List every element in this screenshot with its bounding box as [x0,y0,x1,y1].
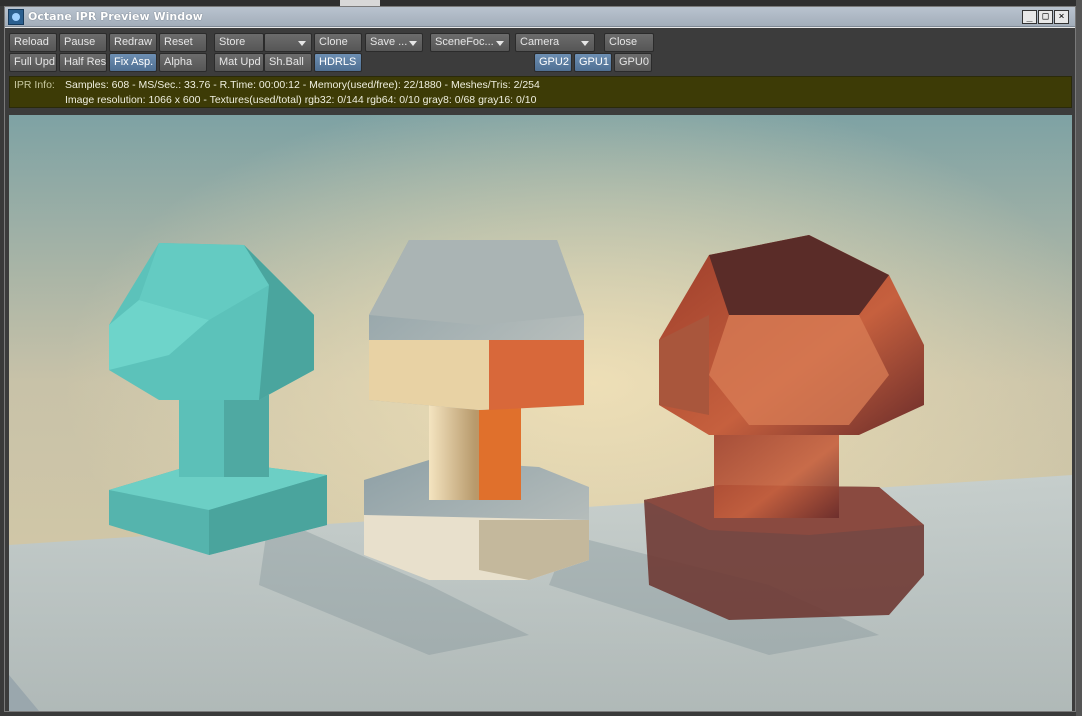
reload-label: Reload [14,36,49,48]
store-button[interactable]: Store [214,33,264,52]
mat-update-label: Mat Upd [219,56,261,68]
chevron-down-icon [496,41,504,46]
hdrls-label: HDRLS [319,56,357,68]
chevron-down-icon [409,41,417,46]
half-res-label: Half Res [64,56,107,68]
camera-dropdown[interactable]: Camera [515,33,595,52]
reset-button[interactable]: Reset [159,33,207,52]
chevron-down-icon [581,41,589,46]
full-update-label: Full Upd. [14,56,57,68]
sh-ball-label: Sh.Ball [269,56,304,68]
fix-aspect-label: Fix Asp. [114,56,154,68]
render-image [9,115,1072,711]
gpu0-label: GPU0 [619,56,649,68]
chevron-down-icon [298,41,306,46]
reset-label: Reset [164,36,193,48]
window-title: Octane IPR Preview Window [28,10,203,23]
scenefocus-label: SceneFoc... [435,36,494,48]
reload-button[interactable]: Reload [9,33,57,52]
gpu0-toggle[interactable]: GPU0 [614,53,652,72]
camera-label: Camera [520,36,560,48]
desktop-edge [1076,0,1082,716]
ipr-info-line1: Samples: 608 - MS/Sec.: 33.76 - R.Time: … [65,79,540,91]
sh-ball-button[interactable]: Sh.Ball [264,53,312,72]
gpu1-toggle[interactable]: GPU1 [574,53,612,72]
save-label: Save ... [370,36,408,48]
render-viewport[interactable] [9,115,1072,711]
redraw-label: Redraw [114,36,152,48]
scenefocus-dropdown[interactable]: SceneFoc... [430,33,510,52]
window-controls: _ □ × [1022,10,1069,24]
close-button[interactable]: Close [604,33,654,52]
pause-label: Pause [64,36,96,48]
app-icon [8,9,24,25]
half-res-button[interactable]: Half Res [59,53,107,72]
ipr-info-label: IPR Info: [14,79,55,91]
hdrls-button[interactable]: HDRLS [314,53,362,72]
save-dropdown[interactable]: Save ... [365,33,423,52]
gpu1-label: GPU1 [579,56,609,68]
maximize-button[interactable]: □ [1038,10,1053,24]
redraw-button[interactable]: Redraw [109,33,157,52]
mat-update-button[interactable]: Mat Upd [214,53,264,72]
alpha-button[interactable]: Alpha [159,53,207,72]
window-titlebar[interactable]: Octane IPR Preview Window _ □ × [5,7,1075,27]
full-update-button[interactable]: Full Upd. [9,53,57,72]
clone-label: Clone [319,36,348,48]
close-label: Close [609,36,638,48]
alpha-label: Alpha [164,56,193,68]
pause-button[interactable]: Pause [59,33,107,52]
store-dropdown[interactable] [264,33,312,52]
ipr-info-panel: IPR Info: Samples: 608 - MS/Sec.: 33.76 … [9,76,1072,108]
close-window-button[interactable]: × [1054,10,1069,24]
gpu2-label: GPU2 [539,56,569,68]
fix-aspect-button[interactable]: Fix Asp. [109,53,157,72]
minimize-button[interactable]: _ [1022,10,1037,24]
window-body: Reload Pause Redraw Reset Store Clone Sa… [5,28,1075,711]
ipr-info-line2: Image resolution: 1066 x 600 - Textures(… [65,94,537,106]
gpu2-toggle[interactable]: GPU2 [534,53,572,72]
store-label: Store [219,36,246,48]
clone-button[interactable]: Clone [314,33,362,52]
ipr-preview-window: Octane IPR Preview Window _ □ × Reload P… [4,6,1076,712]
